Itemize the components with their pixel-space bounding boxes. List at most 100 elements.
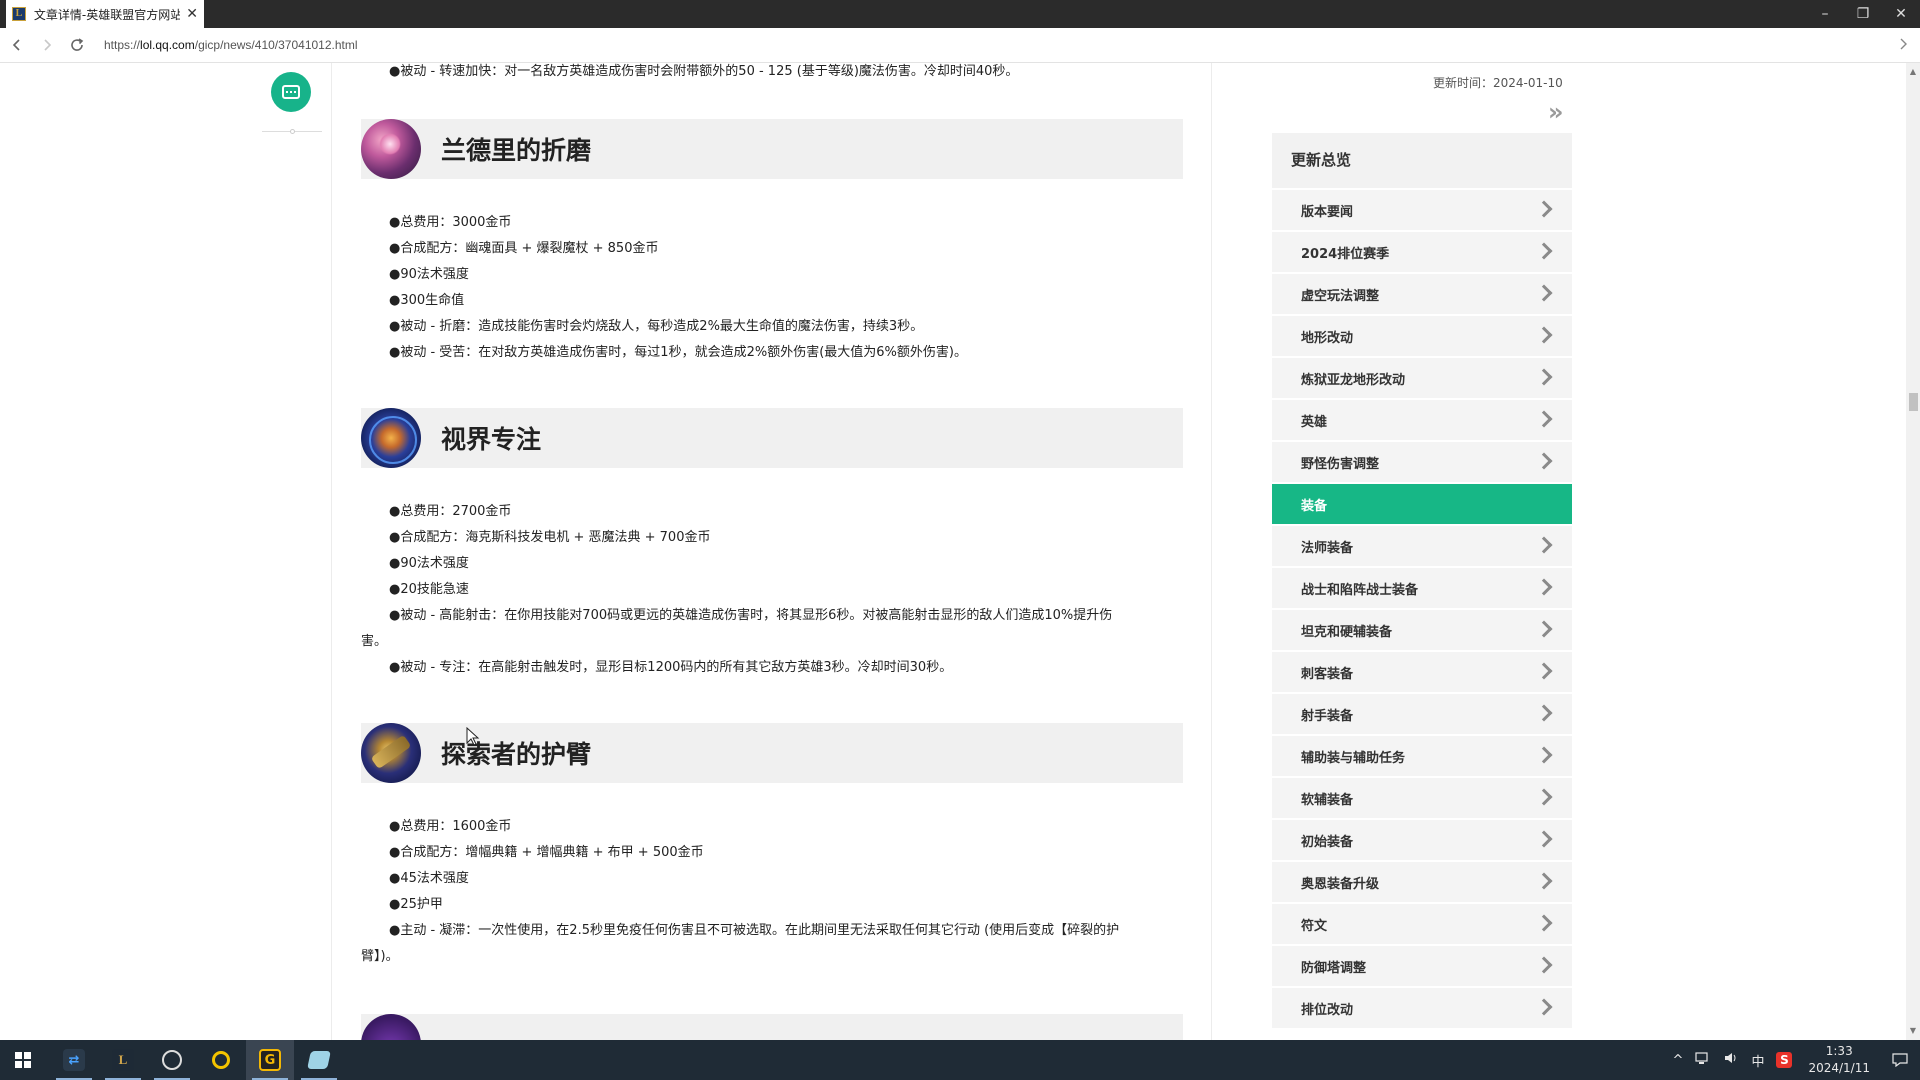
- sidebar-header: 更新总览: [1272, 133, 1572, 188]
- network-icon[interactable]: [1695, 1051, 1711, 1069]
- sidebar-item-label: 坦克和硬辅装备: [1301, 624, 1393, 640]
- sidebar-item[interactable]: 野怪伤害调整: [1272, 442, 1572, 482]
- sidebar-item[interactable]: 刺客装备: [1272, 652, 1572, 692]
- sidebar-item-label: 野怪伤害调整: [1301, 456, 1380, 472]
- horizon-focus-item-icon: [361, 408, 421, 468]
- update-overview-sidebar: 更新总览 版本要闻 2024排位赛季虚空玩法调整地形改动 炼狱亚龙地形改动英雄野怪伤…: [1272, 133, 1572, 1028]
- notes-app-icon: [307, 1051, 331, 1069]
- sidebar-item[interactable]: 坦克和硬辅装备: [1272, 610, 1572, 650]
- sidebar-item[interactable]: 初始装备: [1272, 820, 1572, 860]
- double-chevron-right-icon[interactable]: »: [1548, 98, 1563, 126]
- start-button[interactable]: [0, 1040, 46, 1080]
- item-stat-line: ●被动 - 受苦：在对敌方英雄造成伤害时，每过1秒，就会造成2%额外伤害(最大值…: [389, 345, 967, 360]
- sidebar-item-label: 刺客装备: [1301, 666, 1354, 682]
- sidebar-item[interactable]: 软辅装备: [1272, 778, 1572, 818]
- restore-button[interactable]: ❐: [1844, 0, 1882, 28]
- sidebar-item[interactable]: 地形改动: [1272, 316, 1572, 356]
- article-left-border: [331, 63, 332, 1040]
- scroll-up-arrow-icon[interactable]: ▲: [1906, 65, 1920, 79]
- reload-button[interactable]: [64, 32, 90, 58]
- notification-center-icon[interactable]: [1880, 1040, 1920, 1080]
- reload-icon: [71, 38, 84, 51]
- sidebar-item[interactable]: 辅助装与辅助任务: [1272, 736, 1572, 776]
- mouse-cursor-icon: [466, 726, 480, 751]
- taskbar-app-circle[interactable]: [197, 1040, 245, 1080]
- chevron-right-icon: [1535, 620, 1553, 638]
- sidebar-item[interactable]: 英雄: [1272, 400, 1572, 440]
- article-body: ●被动 - 转速加快：对一名敌方英雄造成伤害时会附带额外的50 - 125 (基…: [361, 63, 1183, 1040]
- sidebar-item-label: 英雄: [1301, 414, 1328, 430]
- sidebar-item[interactable]: 装备: [1272, 484, 1572, 524]
- chevron-right-icon: [1535, 410, 1553, 428]
- back-button[interactable]: [4, 32, 30, 58]
- scroll-thumb[interactable]: [1909, 393, 1918, 411]
- sogou-ime-icon[interactable]: S: [1776, 1052, 1793, 1068]
- item-stat-line: 害。: [361, 634, 388, 649]
- sidebar-item[interactable]: 排位改动: [1272, 988, 1572, 1028]
- url-path: /gicp/news/410/37041012.html: [194, 38, 358, 52]
- sidebar-item[interactable]: 射手装备: [1272, 694, 1572, 734]
- item-stat-line: ●总费用：1600金币: [389, 819, 512, 834]
- item-header: 探索者的护臂: [361, 723, 1183, 783]
- page-scrollbar[interactable]: ▲ ▼: [1906, 63, 1920, 1040]
- volume-icon[interactable]: [1723, 1051, 1739, 1069]
- sidebar-item[interactable]: 2024排位赛季: [1272, 232, 1572, 272]
- chevron-right-icon: [1535, 578, 1553, 596]
- sidebar-item[interactable]: 防御塔调整: [1272, 946, 1572, 986]
- taskbar-app-teamviewer[interactable]: ⇄: [50, 1040, 98, 1080]
- article-line: ●被动 - 转速加快：对一名敌方英雄造成伤害时会附带额外的50 - 125 (基…: [389, 64, 1019, 79]
- browser-tab[interactable]: L 文章详情-英雄联盟官方网站 ✕: [6, 0, 204, 28]
- tray-chevron-icon[interactable]: ^: [1673, 1053, 1684, 1068]
- chevron-right-icon: [1535, 998, 1553, 1016]
- chevron-right-icon: [1535, 956, 1553, 974]
- lol-favicon-icon: L: [12, 7, 26, 21]
- chevron-right-icon: [1535, 368, 1553, 386]
- item-stat-line: ●总费用：3000金币: [389, 215, 512, 230]
- taskbar-clock[interactable]: 1:33 2024/1/11: [1808, 1043, 1870, 1077]
- chevron-right-icon: [1535, 242, 1553, 260]
- sidebar-item-label: 排位改动: [1301, 1002, 1354, 1018]
- sidebar-item[interactable]: 虚空玩法调整: [1272, 274, 1572, 314]
- sidebar-item[interactable]: 奥恩装备升级: [1272, 862, 1572, 902]
- item-stat-line: ●90法术强度: [389, 267, 469, 282]
- sidebar-item[interactable]: 符文: [1272, 904, 1572, 944]
- item-stat-line: ●25护甲: [389, 897, 443, 912]
- chevron-right-icon: [1535, 830, 1553, 848]
- sidebar-item-label: 法师装备: [1301, 540, 1354, 556]
- item-stat-line: ●90法术强度: [389, 556, 469, 571]
- taskbar-app-g[interactable]: G: [246, 1040, 294, 1080]
- sidebar-item-label: 奥恩装备升级: [1301, 876, 1380, 892]
- item-stat-line: ●总费用：2700金币: [389, 504, 512, 519]
- seekers-armguard-item-icon: [361, 723, 421, 783]
- item-header: 视界专注: [361, 408, 1183, 468]
- taskbar-app-league-client[interactable]: L: [99, 1040, 147, 1080]
- float-dot: [290, 129, 295, 134]
- minimize-button[interactable]: –: [1806, 0, 1844, 28]
- feedback-chat-button[interactable]: [271, 72, 311, 112]
- item-stat-line: ●合成配方：幽魂面具 + 爆裂魔杖 + 850金币: [389, 241, 659, 256]
- item-title: 探索者的护臂: [441, 740, 592, 769]
- windows-taskbar: ⇄ L G ^ 中 S 1:33 2024/1/11: [0, 1040, 1920, 1080]
- item-stat-line: 臂】)。: [361, 949, 399, 964]
- sidebar-item-label: 防御塔调整: [1301, 960, 1367, 976]
- address-bar-menu-icon[interactable]: [1898, 36, 1908, 55]
- input-method-indicator[interactable]: 中: [1751, 1051, 1764, 1070]
- url-field[interactable]: https://lol.qq.com/gicp/news/410/3704101…: [104, 38, 358, 52]
- clock-date: 2024/1/11: [1808, 1061, 1870, 1075]
- sidebar-item[interactable]: 版本要闻: [1272, 190, 1572, 230]
- item-stat-line: ●被动 - 高能射击：在你用技能对700码或更远的英雄造成伤害时，将其显形6秒。…: [389, 608, 1113, 623]
- taskbar-app-notes[interactable]: [295, 1040, 343, 1080]
- taskbar-app-speedtest[interactable]: [148, 1040, 196, 1080]
- sidebar-item-label: 虚空玩法调整: [1301, 288, 1380, 304]
- tab-close-icon[interactable]: ✕: [186, 6, 198, 22]
- chat-bubble-icon: [282, 85, 300, 99]
- forward-button[interactable]: [34, 32, 60, 58]
- chevron-right-icon: [1535, 536, 1553, 554]
- close-window-button[interactable]: ✕: [1882, 0, 1920, 28]
- chevron-right-icon: [1535, 326, 1553, 344]
- item-header: [361, 1014, 1183, 1040]
- sidebar-item[interactable]: 战士和陷阵战士装备: [1272, 568, 1572, 608]
- sidebar-item[interactable]: 法师装备: [1272, 526, 1572, 566]
- sidebar-item[interactable]: 炼狱亚龙地形改动: [1272, 358, 1572, 398]
- scroll-down-arrow-icon[interactable]: ▼: [1906, 1024, 1920, 1038]
